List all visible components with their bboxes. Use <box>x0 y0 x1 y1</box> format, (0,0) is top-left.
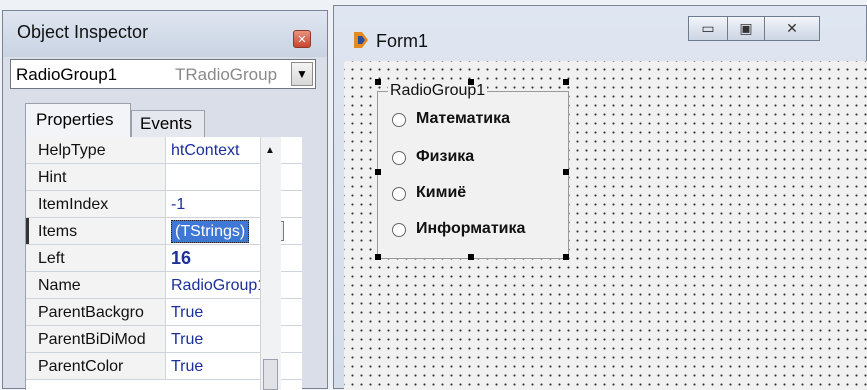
minimize-icon[interactable]: ▭ <box>688 16 728 41</box>
selection-handle[interactable] <box>375 169 381 175</box>
radio-button[interactable] <box>392 187 406 201</box>
radio-option-label: Информатика <box>416 220 526 237</box>
selection-handle[interactable] <box>563 79 569 85</box>
property-name: Left <box>26 245 166 271</box>
property-name: ItemIndex <box>26 191 166 217</box>
close-icon[interactable]: ✕ <box>293 30 311 48</box>
selection-handle[interactable] <box>468 254 474 260</box>
form-design-surface[interactable]: RadioGroup1 Математика Физика Кимиё Инфо… <box>344 61 867 390</box>
object-inspector-title: Object Inspector <box>17 22 149 42</box>
component-selector[interactable]: RadioGroup1 TRadioGroup ▼ <box>10 59 316 89</box>
property-name: ParentBackgro <box>26 299 166 325</box>
property-value-selected[interactable]: (TStrings) <box>171 220 250 243</box>
component-name: RadioGroup1 <box>16 65 118 84</box>
radio-button[interactable] <box>392 113 406 127</box>
form1-window: Form1 ▭ ▣ ✕ RadioGroup1 Математика Физик… <box>333 5 867 390</box>
selection-handle[interactable] <box>563 169 569 175</box>
property-name: ParentColor <box>26 353 166 379</box>
property-name: Hint <box>26 164 166 190</box>
scrollbar-thumb[interactable] <box>263 359 278 390</box>
selection-handle[interactable] <box>375 79 381 85</box>
radio-option-label: Математика <box>416 110 511 127</box>
object-inspector-titlebar[interactable]: Object Inspector ✕ <box>3 11 327 57</box>
maximize-icon[interactable]: ▣ <box>727 16 765 41</box>
close-icon[interactable]: ✕ <box>764 16 820 41</box>
tab-properties[interactable]: Properties <box>25 103 131 137</box>
radio-button[interactable] <box>392 151 406 165</box>
radio-option-label: Физика <box>416 148 475 165</box>
form-title: Form1 <box>376 31 429 51</box>
property-scrollbar[interactable]: ▲ <box>260 137 281 390</box>
tab-events[interactable]: Events <box>131 110 205 138</box>
property-name: HelpType <box>26 137 166 163</box>
radio-option-label: Кимиё <box>416 184 467 201</box>
radio-button[interactable] <box>392 223 406 237</box>
property-name: ParentBiDiMod <box>26 326 166 352</box>
scroll-up-icon[interactable]: ▲ <box>265 145 275 156</box>
delphi-form-icon <box>354 32 368 48</box>
object-inspector-window: Object Inspector ✕ RadioGroup1 TRadioGro… <box>2 10 328 390</box>
chevron-down-icon[interactable]: ▼ <box>291 62 313 86</box>
selection-handle[interactable] <box>468 79 474 85</box>
selection-handle[interactable] <box>563 254 569 260</box>
component-type: TRadioGroup <box>175 65 278 84</box>
property-name: Items <box>26 218 166 244</box>
selection-handle[interactable] <box>375 254 381 260</box>
property-name: Name <box>26 272 166 298</box>
